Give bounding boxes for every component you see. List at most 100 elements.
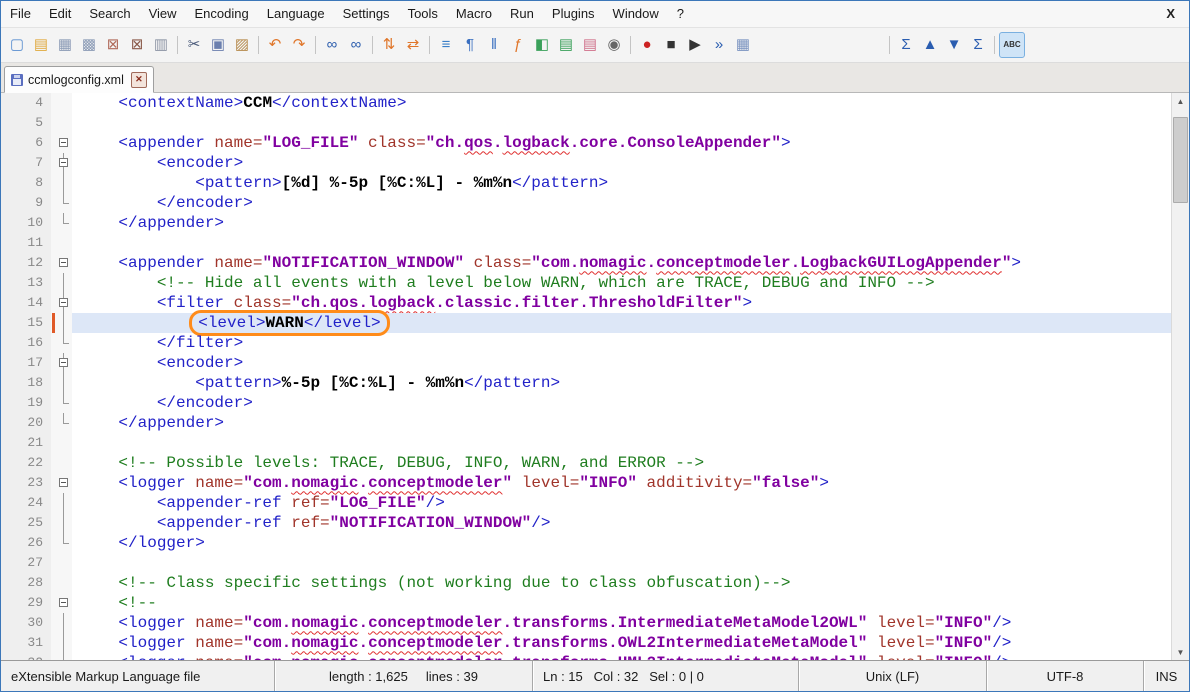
code-text[interactable]: <appender name="NOTIFICATION_WINDOW" cla… (72, 253, 1172, 273)
document-map-icon[interactable]: ◧ (530, 33, 554, 57)
code-text[interactable]: <!-- (72, 593, 1172, 613)
plugin-up-icon[interactable]: ▲ (918, 33, 942, 57)
tab-ccmlogconfig[interactable]: ccmlogconfig.xml ✕ (4, 66, 154, 93)
folder-workspace-icon[interactable]: ▤ (578, 33, 602, 57)
fold-toggle-icon[interactable] (59, 158, 68, 167)
plugin-down-icon[interactable]: ▼ (942, 33, 966, 57)
code-text[interactable]: <encoder> (72, 353, 1172, 373)
toolbar-separator (258, 36, 259, 54)
menu-macro[interactable]: Macro (447, 2, 501, 25)
code-text[interactable]: <pattern>%-5p [%C:%L] - %m%n</pattern> (72, 373, 1172, 393)
fold-toggle-icon[interactable] (59, 258, 68, 267)
new-file-icon[interactable]: ▢ (5, 33, 29, 57)
replace-icon[interactable]: ∞ (344, 33, 368, 57)
copy-icon[interactable]: ▣ (206, 33, 230, 57)
menu-language[interactable]: Language (258, 2, 334, 25)
record-macro-icon[interactable]: ● (635, 33, 659, 57)
code-text[interactable]: </logger> (72, 533, 1172, 553)
code-text[interactable]: <logger name="com.nomagic.conceptmodeler… (72, 633, 1172, 653)
save-icon[interactable]: ▦ (53, 33, 77, 57)
plugin-sigma2-icon[interactable]: Σ (966, 33, 990, 57)
fold-toggle-icon[interactable] (59, 358, 68, 367)
menu-search[interactable]: Search (80, 2, 139, 25)
plugin-sigma-icon[interactable]: Σ (894, 33, 918, 57)
code-text[interactable] (72, 553, 1172, 573)
code-text[interactable]: <appender-ref ref="NOTIFICATION_WINDOW"/… (72, 513, 1172, 533)
fold-toggle-icon[interactable] (59, 598, 68, 607)
spell-check-icon[interactable]: ABC (999, 32, 1025, 58)
fold-toggle-icon[interactable] (59, 478, 68, 487)
close-all-docs-icon[interactable]: ⊠ (125, 33, 149, 57)
menu-file[interactable]: File (1, 2, 40, 25)
code-line: 20 </appender> (1, 413, 1172, 433)
sync-vertical-icon[interactable]: ⇅ (377, 33, 401, 57)
redo-icon[interactable]: ↷ (287, 33, 311, 57)
fold-margin (56, 453, 72, 473)
code-text[interactable]: <logger name="com.nomagic.conceptmodeler… (72, 613, 1172, 633)
function-list-icon[interactable]: ƒ (506, 33, 530, 57)
run-macro-multiple-icon[interactable]: » (707, 33, 731, 57)
menu-tools[interactable]: Tools (399, 2, 447, 25)
code-text[interactable] (72, 233, 1172, 253)
document-list-icon[interactable]: ▤ (554, 33, 578, 57)
fold-toggle-icon[interactable] (59, 298, 68, 307)
fold-line (63, 493, 64, 513)
code-text[interactable]: </appender> (72, 213, 1172, 233)
code-line: 13 <!-- Hide all events with a level bel… (1, 273, 1172, 293)
line-number: 30 (1, 613, 51, 633)
toolbar: ▢▤▦▩⊠⊠▥✂▣▨↶↷∞∞⇅⇄≡¶‖ƒ◧▤▤◉●■▶»▦Σ▲▼ΣABC (1, 28, 1189, 63)
code-text[interactable]: <level>WARN</level> (72, 313, 1172, 333)
save-all-icon[interactable]: ▩ (77, 33, 101, 57)
paste-icon[interactable]: ▨ (230, 33, 254, 57)
fold-toggle-icon[interactable] (59, 138, 68, 147)
code-text[interactable]: <!-- Possible levels: TRACE, DEBUG, INFO… (72, 453, 1172, 473)
scroll-up-icon[interactable]: ▲ (1172, 93, 1189, 109)
code-text[interactable]: <!-- Hide all events with a level below … (72, 273, 1172, 293)
code-text[interactable]: <logger name="com.nomagic.conceptmodeler… (72, 653, 1172, 660)
menu-plugins[interactable]: Plugins (543, 2, 604, 25)
sync-horizontal-icon[interactable]: ⇄ (401, 33, 425, 57)
menu-view[interactable]: View (140, 2, 186, 25)
menu-window[interactable]: Window (604, 2, 668, 25)
menu-encoding[interactable]: Encoding (186, 2, 258, 25)
menu-edit[interactable]: Edit (40, 2, 80, 25)
indent-guide-icon[interactable]: ‖ (482, 33, 506, 57)
code-text[interactable] (72, 113, 1172, 133)
code-text[interactable] (72, 433, 1172, 453)
code-text[interactable]: <contextName>CCM</contextName> (72, 93, 1172, 113)
code-text[interactable]: </appender> (72, 413, 1172, 433)
code-text[interactable]: <appender name="LOG_FILE" class="ch.qos.… (72, 133, 1172, 153)
monitoring-eye-icon[interactable]: ◉ (602, 33, 626, 57)
code-text[interactable]: </encoder> (72, 193, 1172, 213)
menu-help[interactable]: ? (668, 2, 693, 25)
print-icon[interactable]: ▥ (149, 33, 173, 57)
tab-close-icon[interactable]: ✕ (131, 72, 147, 88)
find-icon[interactable]: ∞ (320, 33, 344, 57)
close-window-button[interactable]: X (1152, 4, 1189, 23)
fold-margin (56, 333, 72, 353)
cut-icon[interactable]: ✂ (182, 33, 206, 57)
code-text[interactable]: </encoder> (72, 393, 1172, 413)
show-all-chars-icon[interactable]: ¶ (458, 33, 482, 57)
code-text[interactable]: <encoder> (72, 153, 1172, 173)
scrollbar-track[interactable] (1172, 109, 1189, 644)
code-text[interactable]: <appender-ref ref="LOG_FILE"/> (72, 493, 1172, 513)
code-text[interactable]: </filter> (72, 333, 1172, 353)
scroll-down-icon[interactable]: ▼ (1172, 644, 1189, 660)
play-macro-icon[interactable]: ▶ (683, 33, 707, 57)
scrollbar-thumb[interactable] (1173, 117, 1188, 203)
status-insert-mode: INS (1143, 661, 1189, 691)
toolbar-separator (994, 36, 995, 54)
open-folder-icon[interactable]: ▤ (29, 33, 53, 57)
code-line: 17 <encoder> (1, 353, 1172, 373)
code-text[interactable]: <pattern>[%d] %-5p [%C:%L] - %m%n</patte… (72, 173, 1172, 193)
stop-macro-icon[interactable]: ■ (659, 33, 683, 57)
menu-run[interactable]: Run (501, 2, 543, 25)
word-wrap-icon[interactable]: ≡ (434, 33, 458, 57)
menu-settings[interactable]: Settings (334, 2, 399, 25)
code-text[interactable]: <!-- Class specific settings (not workin… (72, 573, 1172, 593)
code-text[interactable]: <logger name="com.nomagic.conceptmodeler… (72, 473, 1172, 493)
close-doc-icon[interactable]: ⊠ (101, 33, 125, 57)
save-macro-icon[interactable]: ▦ (731, 33, 755, 57)
undo-icon[interactable]: ↶ (263, 33, 287, 57)
